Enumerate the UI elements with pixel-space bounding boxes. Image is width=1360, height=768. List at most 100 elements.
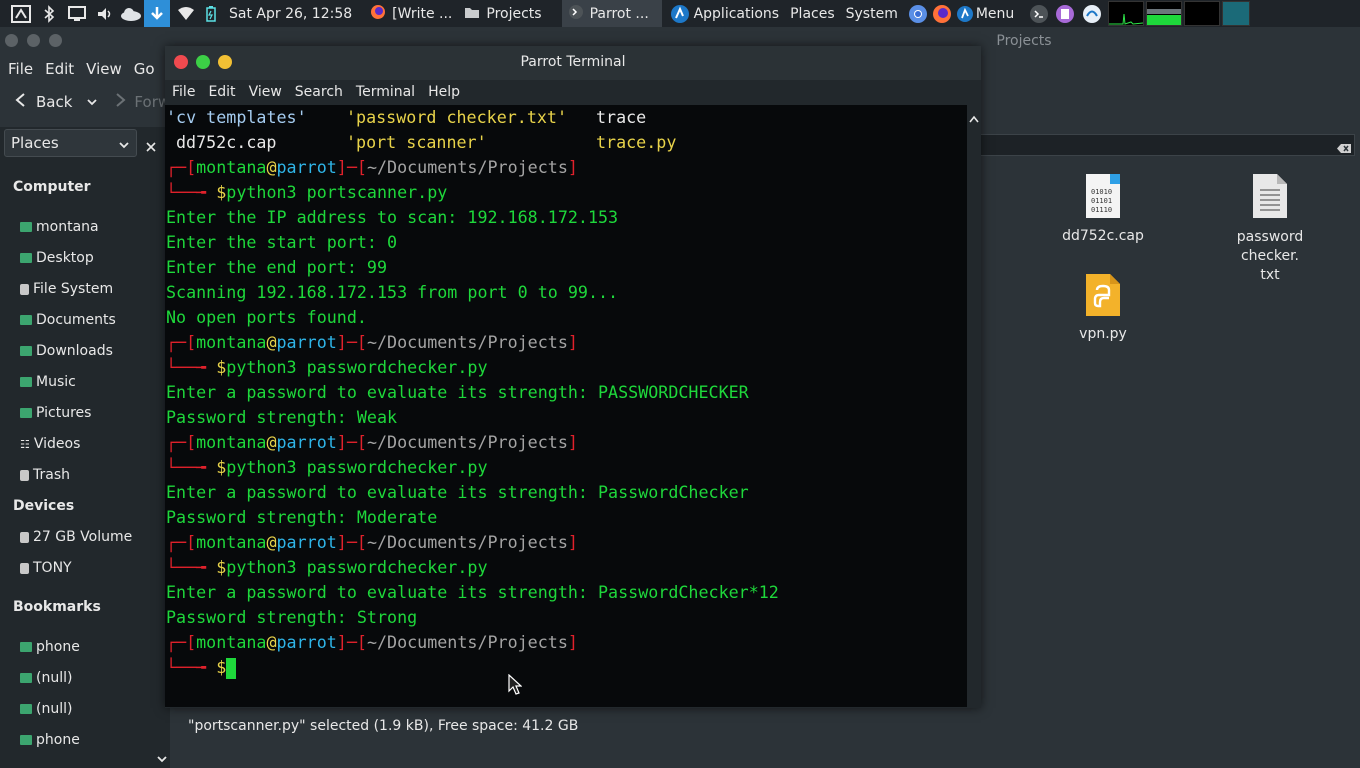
bookmark-folder-icon [20,642,32,652]
cpu-monitor-graph[interactable] [1108,1,1145,26]
output-line: Password strength: Weak [166,407,398,427]
places-selector[interactable]: Places [4,129,137,157]
sidebar-item-documents[interactable]: Documents [20,312,116,328]
binary-file-icon: 010100110101110 [1086,174,1120,218]
output-line: Enter the start port: 0 [166,232,398,252]
section-computer: Computer [13,179,91,195]
places-menu[interactable]: Places [790,6,835,22]
menu-launcher-icon[interactable] [954,0,976,27]
fm-minimize-button[interactable] [27,34,40,47]
command-line: └──╼ $python3 passwordchecker.py [166,357,488,377]
term-menu-search[interactable]: Search [295,84,343,100]
sidebar-item-desktop[interactable]: Desktop [20,250,94,266]
wireshark-icon[interactable] [1078,0,1106,27]
terminal-output[interactable]: 'cv templates''password checker.txt' trac… [165,105,967,707]
sidebar-item-file-system[interactable]: File System [20,281,113,297]
prompt-line: ┌─[montana@parrot]─[~/Documents/Projects… [166,532,578,552]
back-arrow-icon[interactable] [14,92,26,112]
fm-menu-file[interactable]: File [0,60,33,78]
output-line: Password strength: Strong [166,607,418,627]
places-chevron-icon [118,136,130,154]
sidebar-item-bookmark-phone-2[interactable]: phone [20,732,80,748]
scroll-up-icon[interactable] [969,108,979,127]
file-item-vpn-py[interactable]: vpn.py [1043,272,1163,342]
sidebar-item-videos[interactable]: ☷ Videos [20,436,80,452]
back-button[interactable]: Back [36,93,72,111]
sidebar-item-music[interactable]: Music [20,374,76,390]
forward-arrow-icon[interactable] [114,92,126,112]
text-editor-icon[interactable] [1052,0,1078,27]
firefox-icon [370,4,386,24]
sidebar-scroll-down-icon[interactable] [156,749,168,768]
sidebar-item-trash[interactable]: Trash [20,467,70,483]
fm-maximize-button[interactable] [49,34,62,47]
chromium-icon[interactable] [906,0,930,27]
term-menu-edit[interactable]: Edit [208,84,235,100]
network-monitor-graph[interactable] [1184,1,1221,26]
command-line: └──╼ $python3 passwordchecker.py [166,457,488,477]
wifi-icon[interactable] [170,0,202,27]
bluetooth-icon[interactable] [36,0,62,27]
task-projects[interactable]: Projects [458,0,561,27]
sidebar-item-pictures[interactable]: Pictures [20,405,91,421]
output-line: No open ports found. [166,307,367,327]
term-menu-terminal[interactable]: Terminal [356,84,415,100]
file-manager-toolbar: Back Forw [0,85,170,119]
applications-menu[interactable]: Applications [694,6,780,22]
documents-folder-icon [20,315,32,325]
output-line: Enter the IP address to scan: 192.168.17… [166,207,619,227]
bookmark-folder-icon [20,704,32,714]
sidebar-item-27gb-volume[interactable]: 27 GB Volume [20,529,132,545]
terminal-title: Parrot Terminal [520,54,626,70]
memory-monitor-graph[interactable] [1146,1,1183,26]
output-line: Scanning 192.168.172.153 from port 0 to … [166,282,619,302]
sidebar-item-downloads[interactable]: Downloads [20,343,113,359]
menu-label[interactable]: Menu [976,6,1014,22]
terminal-launcher-icon[interactable] [1026,0,1052,27]
svg-text:01101: 01101 [1091,197,1112,205]
clock[interactable]: Sat Apr 26, 12:58 [229,6,352,22]
clear-location-icon[interactable] [1336,139,1352,158]
videos-icon: ☷ [20,437,30,451]
sidebar-item-montana[interactable]: montana [20,219,99,235]
task-parrot-terminal[interactable]: Parrot ... [561,0,662,27]
terminal-titlebar[interactable]: Parrot Terminal [165,46,981,80]
current-input-line[interactable]: └──╼ $ [166,655,237,680]
fm-menu-edit[interactable]: Edit [33,60,74,78]
task-writer[interactable]: [Write ... [364,0,458,27]
system-menu[interactable]: System [846,6,898,22]
volume-icon[interactable] [92,0,118,27]
fm-close-button[interactable] [5,34,18,47]
terminal-icon [568,4,584,24]
sidebar-item-tony[interactable]: TONY [20,560,72,576]
text-cursor [226,658,237,679]
output-line: Password strength: Moderate [166,507,438,527]
close-sidebar-icon[interactable] [146,137,156,156]
file-item-dd752c-cap[interactable]: 01010 01101 01110 dd752c.cap [1043,172,1163,244]
terminal-scrollbar[interactable] [967,105,981,707]
sidebar-item-bookmark-phone[interactable]: phone [20,639,80,655]
file-item-password-checker-txt[interactable]: password checker. txt [1207,172,1333,285]
trash-icon [20,469,29,481]
parrot-logo-icon[interactable] [666,0,694,27]
fm-menu-view[interactable]: View [74,60,122,78]
disk-monitor-graph[interactable] [1222,1,1251,26]
display-icon[interactable] [62,0,92,27]
back-history-chevron-icon[interactable] [86,93,98,111]
term-menu-help[interactable]: Help [428,84,460,100]
file-manager-menubar: File Edit View Go Bo [0,55,184,83]
file-name: password checker. txt [1236,229,1304,283]
parrot-menu-icon[interactable] [6,0,36,27]
battery-icon[interactable] [202,0,220,27]
bookmark-folder-icon [20,735,32,745]
sidebar-item-bookmark-null[interactable]: (null) [20,670,72,686]
term-menu-view[interactable]: View [249,84,282,100]
term-menu-file[interactable]: File [172,84,195,100]
firefox-launcher-icon[interactable] [930,0,954,27]
weather-cloud-icon[interactable] [118,0,144,27]
download-icon[interactable] [144,0,170,27]
fm-menu-go[interactable]: Go [122,60,155,78]
sidebar-item-bookmark-null-2[interactable]: (null) [20,701,72,717]
usb-drive-icon [20,562,29,574]
bookmark-folder-icon [20,673,32,683]
